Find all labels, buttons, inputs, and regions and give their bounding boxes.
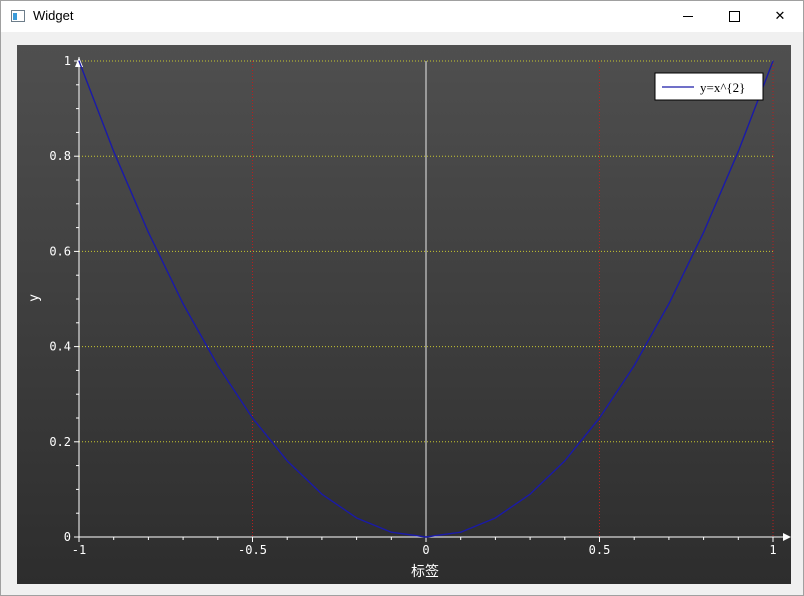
close-icon: ✕	[774, 9, 786, 24]
data-point	[182, 303, 184, 305]
data-point	[772, 60, 774, 62]
plot-area[interactable]: -1 -0.5 0 0.5 1 0 0.2 0.4 0.6 0.8 1 标签 y y=x^{2}	[17, 45, 791, 584]
app-icon	[11, 10, 25, 22]
window-title: Widget	[33, 8, 74, 23]
data-point	[113, 150, 115, 153]
chart-background	[17, 45, 791, 584]
data-point	[78, 60, 80, 62]
chart-canvas: -1 -0.5 0 0.5 1 0 0.2 0.4 0.6 0.8 1 标签 y y=x^{2}	[17, 45, 791, 584]
x-axis-label: 标签	[411, 563, 439, 580]
data-point	[737, 150, 739, 153]
data-point	[564, 460, 566, 462]
y-tick-label: 0	[64, 530, 71, 544]
data-point	[633, 365, 635, 367]
y-tick-label: 0.8	[49, 149, 71, 163]
legend: y=x^{2}	[654, 72, 764, 101]
data-point	[217, 365, 219, 367]
data-point	[390, 531, 392, 533]
maximize-button[interactable]	[711, 1, 757, 32]
x-tick-label: 0	[422, 543, 429, 557]
data-point	[147, 231, 149, 233]
data-point	[425, 536, 427, 538]
data-point	[356, 517, 358, 519]
x-tick-label: -1	[72, 543, 86, 557]
close-button[interactable]: ✕	[757, 1, 803, 32]
legend-label: y=x^{2}	[700, 80, 745, 95]
y-tick-label: 0.6	[49, 244, 71, 258]
data-point	[703, 231, 705, 233]
data-point	[668, 303, 670, 305]
minimize-icon	[683, 16, 693, 17]
maximize-icon	[728, 11, 740, 22]
data-point	[494, 517, 496, 519]
y-tick-label: 0.4	[49, 340, 71, 354]
app-window: Widget ✕ -1 -0.5 0 0.5 1 0 0.2 0.4 0.6 0.8 1 标签 y …	[0, 0, 804, 596]
x-tick-label: 0.5	[589, 543, 611, 557]
minimize-button[interactable]	[665, 1, 711, 32]
x-tick-label: 1	[769, 543, 776, 557]
data-point	[529, 493, 531, 495]
data-point	[321, 493, 323, 495]
y-axis-label: y	[27, 294, 42, 302]
y-tick-label: 0.2	[49, 435, 71, 449]
data-point	[251, 417, 254, 419]
title-bar[interactable]: Widget ✕	[1, 1, 803, 32]
data-point	[598, 417, 601, 419]
x-tick-label: -0.5	[238, 543, 267, 557]
data-point	[286, 460, 288, 462]
y-tick-label: 1	[64, 54, 71, 68]
data-point	[460, 531, 462, 533]
